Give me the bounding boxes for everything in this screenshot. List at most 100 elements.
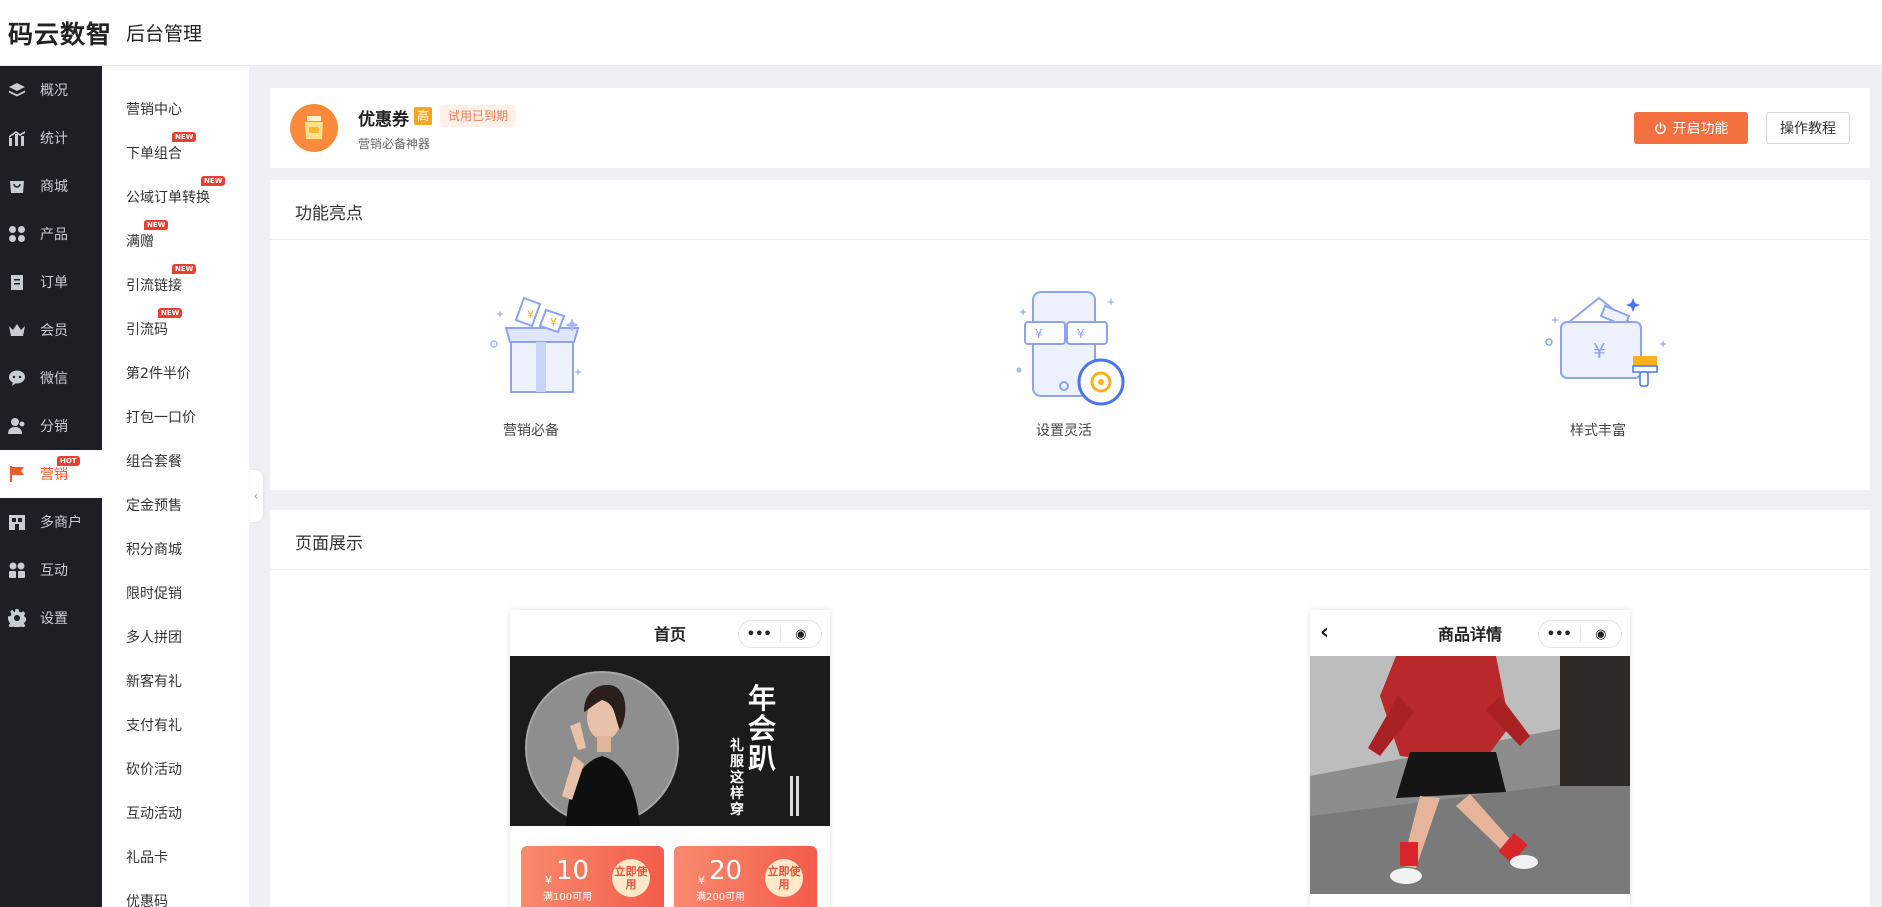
sidebar-item-wechat[interactable]: 微信 (0, 354, 102, 402)
order-icon (8, 273, 26, 291)
sidebar-item-label: 微信 (40, 371, 68, 387)
flag-icon (8, 465, 26, 483)
plugin-name: 优惠券 (358, 110, 409, 130)
submenu-item-new-customer-gift[interactable]: 新客有礼 (126, 671, 182, 691)
top-header: 码云数智 后台管理 (0, 0, 1882, 66)
phone-nav-bar: 首页 ••• ◉ (510, 610, 830, 656)
sidebar-item-overview[interactable]: 概况 (0, 66, 102, 114)
coupon-jar-icon (290, 104, 338, 152)
submenu-item-bundle-price[interactable]: 打包一口价 (126, 407, 196, 427)
sidebar-item-multi-merchant[interactable]: 多商户 (0, 498, 102, 546)
feature-flexible-settings: ¥ ¥ 设置灵活 (984, 268, 1144, 440)
sidebar-item-label: 产品 (40, 227, 68, 243)
sidebar-item-distribution[interactable]: 分销 (0, 402, 102, 450)
submenu-item-promo-code[interactable]: 优惠码 (126, 891, 168, 907)
submenu-item-order-combo[interactable]: 下单组合 (126, 143, 182, 163)
submenu-item-second-half-price[interactable]: 第2件半价 (126, 363, 191, 383)
svg-text:¥: ¥ (1035, 327, 1043, 341)
submenu-item-flash-sale[interactable]: 限时促销 (126, 583, 182, 603)
more-dots-icon: ••• (746, 626, 772, 642)
feature-label: 营销必备 (503, 423, 559, 439)
page-showcase-card: 页面展示 首页 ••• ◉ 年会趴 礼服这样穿 ¥ 10 满100可用 立即使用… (270, 510, 1870, 907)
target-icon: ◉ (795, 626, 807, 642)
layers-icon (8, 81, 26, 99)
sidebar-item-label: 分销 (40, 419, 68, 435)
sidebar-item-settings[interactable]: 设置 (0, 594, 102, 642)
enable-feature-button[interactable]: 开启功能 (1634, 112, 1748, 144)
chart-icon (8, 129, 26, 147)
fashion-model-photo (525, 671, 799, 826)
coupon-currency: ¥ (698, 874, 705, 887)
submenu-item-public-order-convert[interactable]: 公域订单转换 (126, 187, 210, 207)
product-model-image (1310, 656, 1630, 894)
submenu-item-group-buy[interactable]: 多人拼团 (126, 627, 182, 647)
submenu-item-deposit-presale[interactable]: 定金预售 (126, 495, 182, 515)
submenu-item-gift-with-purchase[interactable]: 满赠 (126, 231, 154, 251)
coupon-condition: 满100可用 (543, 892, 593, 903)
product-photo (1310, 656, 1630, 894)
target-icon: ◉ (1595, 626, 1607, 642)
sidebar-item-products[interactable]: 产品 (0, 210, 102, 258)
submenu-item-combo-package[interactable]: 组合套餐 (126, 451, 182, 471)
phone-settings-icon: ¥ ¥ (1016, 291, 1125, 406)
grid-icon (8, 225, 26, 243)
svg-text:¥: ¥ (527, 308, 534, 321)
submenu-item-points-mall[interactable]: 积分商城 (126, 539, 182, 559)
group-icon (8, 561, 26, 579)
more-dots-icon: ••• (1546, 626, 1572, 642)
tutorial-button[interactable]: 操作教程 (1766, 112, 1850, 144)
back-arrow-icon: ‹ (1320, 620, 1330, 645)
divider (270, 569, 1870, 570)
coupon-amount: 10 (556, 856, 590, 886)
features-card: 功能亮点 ¥ ¥ 营销必备 ¥ ¥ 设置灵活 ¥ 样式丰富 (270, 180, 1870, 490)
promo-banner: 年会趴 礼服这样穿 (510, 656, 830, 826)
users-icon (8, 417, 26, 435)
sidebar-item-statistics[interactable]: 统计 (0, 114, 102, 162)
sidebar-item-mall[interactable]: 商城 (0, 162, 102, 210)
mini-program-capsule: ••• ◉ (738, 620, 822, 648)
enable-feature-label: 开启功能 (1672, 121, 1729, 137)
hot-badge: HOT (57, 456, 80, 466)
divider (270, 239, 1870, 240)
sidebar-item-label: 订单 (40, 275, 68, 291)
submenu-item-payment-gift[interactable]: 支付有礼 (126, 715, 182, 735)
new-badge: NEW (172, 132, 197, 142)
sidebar-item-label: 设置 (40, 611, 68, 627)
plugin-header-card: 优惠券 高 试用已到期 营销必备神器 开启功能 操作教程 (270, 88, 1870, 168)
submenu-item-bargain[interactable]: 砍价活动 (126, 759, 182, 779)
sidebar-item-label: 多商户 (40, 515, 82, 531)
submenu-item-interactive-activity[interactable]: 互动活动 (126, 803, 182, 823)
collapse-menu-button[interactable]: ‹ (249, 470, 263, 522)
sidebar-item-members[interactable]: 会员 (0, 306, 102, 354)
trial-status-badge: 试用已到期 (440, 105, 517, 127)
sidebar-item-label: 互动 (40, 563, 68, 579)
brand-logo-text[interactable]: 码云数智 (8, 15, 112, 51)
svg-text:¥: ¥ (1077, 327, 1085, 341)
sidebar-item-marketing[interactable]: 营销 HOT (0, 450, 102, 498)
coupon-use-button[interactable]: 立即使用 (765, 859, 803, 897)
new-badge: NEW (158, 308, 183, 318)
feature-marketing-essential: ¥ ¥ 营销必备 (451, 268, 611, 440)
submenu-item-traffic-link[interactable]: 引流链接 (126, 275, 182, 295)
home-phone-preview: 首页 ••• ◉ 年会趴 礼服这样穿 ¥ 10 满100可用 立即使用 ¥ 20… (510, 610, 830, 907)
brand-subtitle: 后台管理 (126, 23, 203, 45)
grade-badge: 高 (414, 107, 432, 125)
submenu-item-traffic-code[interactable]: 引流码 (126, 319, 168, 339)
sidebar-item-label: 统计 (40, 131, 68, 147)
mini-program-capsule: ••• ◉ (1538, 620, 1622, 648)
coupon-use-button[interactable]: 立即使用 (612, 859, 650, 897)
submenu-item-marketing-center[interactable]: 营销中心 (126, 99, 182, 119)
svg-text:¥: ¥ (1593, 339, 1606, 363)
sidebar-item-interaction[interactable]: 互动 (0, 546, 102, 594)
svg-text:¥: ¥ (550, 316, 557, 329)
sidebar-item-label: 商城 (40, 179, 68, 195)
coupon-item[interactable]: ¥ 20 满200可用 立即使用 (674, 846, 817, 907)
submenu-item-gift-card[interactable]: 礼品卡 (126, 847, 168, 867)
sidebar-item-label: 营销 (40, 467, 68, 483)
crown-icon (8, 321, 26, 339)
coupon-item[interactable]: ¥ 10 满100可用 立即使用 (521, 846, 664, 907)
banner-headline: 年会趴 (748, 682, 777, 775)
new-badge: NEW (144, 220, 169, 230)
plugin-description: 营销必备神器 (358, 137, 431, 151)
sidebar-item-orders[interactable]: 订单 (0, 258, 102, 306)
